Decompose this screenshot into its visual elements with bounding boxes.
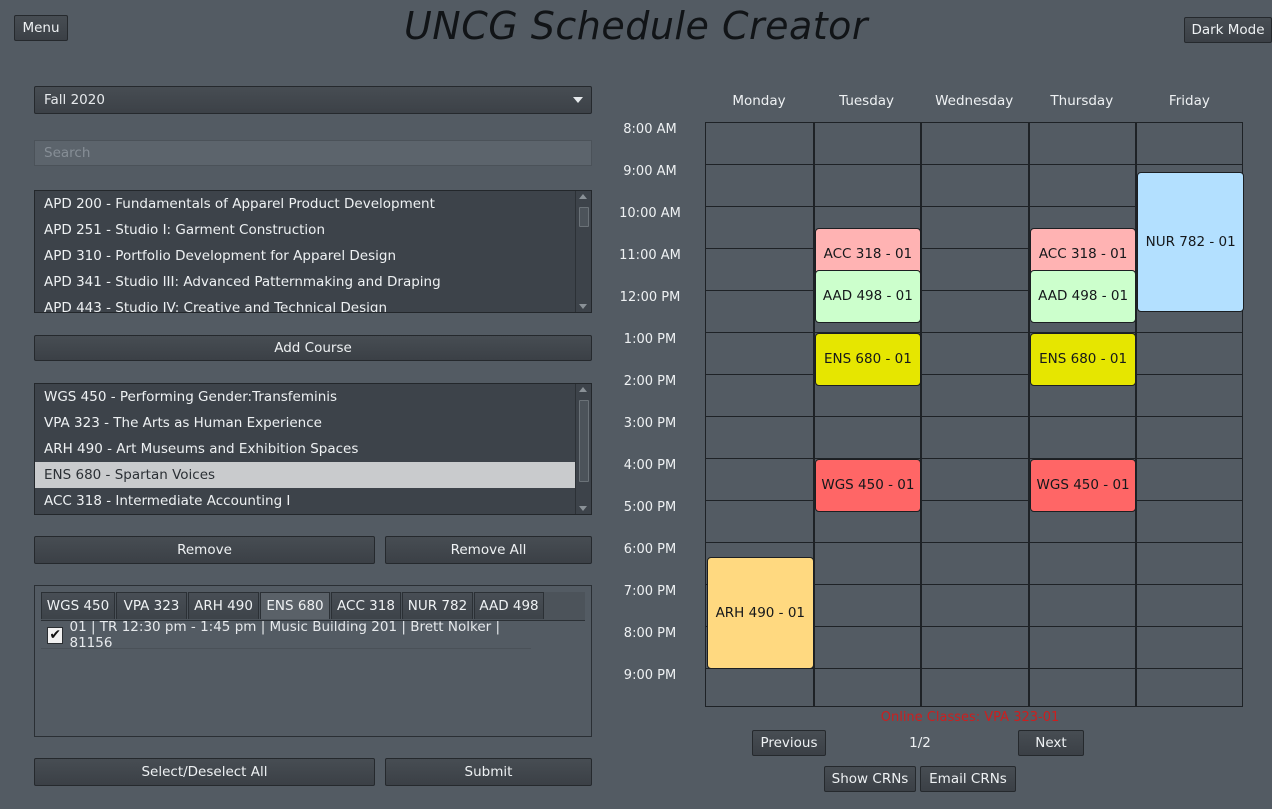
tab-arh-490[interactable]: ARH 490 (188, 592, 259, 619)
add-course-button[interactable]: Add Course (34, 335, 592, 361)
course-list-item[interactable]: APD 310 - Portfolio Development for Appa… (35, 243, 575, 269)
course-list-item[interactable]: APD 443 - Studio IV: Creative and Techni… (35, 295, 575, 312)
scroll-up-icon[interactable] (579, 194, 587, 199)
grid-column-divider (1027, 123, 1030, 706)
time-label: 8:00 PM (623, 626, 677, 641)
tab-nur-782[interactable]: NUR 782 (402, 592, 473, 619)
scrollbar-thumb[interactable] (579, 400, 589, 482)
submit-button[interactable]: Submit (385, 758, 592, 786)
course-block[interactable]: ENS 680 - 01 (1029, 333, 1137, 386)
section-checkbox[interactable]: ✔ (47, 626, 64, 644)
remove-all-button[interactable]: Remove All (385, 536, 592, 564)
day-header-tuesday: Tuesday (839, 93, 895, 109)
time-label: 2:00 PM (623, 374, 677, 389)
sections-panel: WGS 450 VPA 323 ARH 490 ENS 680 ACC 318 NUR 7… (34, 585, 592, 737)
tab-aad-498[interactable]: AAD 498 (474, 592, 544, 619)
tab-acc-318[interactable]: ACC 318 (331, 592, 401, 619)
tab-ens-680[interactable]: ENS 680 (260, 592, 330, 619)
selected-course-item[interactable]: ARH 490 - Art Museums and Exhibition Spa… (35, 436, 575, 462)
grid-row-divider (706, 374, 1242, 375)
course-block[interactable]: ARH 490 - 01 (707, 557, 814, 669)
section-row[interactable]: ✔ 01 | TR 12:30 pm - 1:45 pm | Music Buil… (41, 619, 531, 651)
time-label: 4:00 PM (623, 458, 677, 473)
day-header-friday: Friday (1168, 93, 1210, 109)
time-label: 1:00 PM (623, 332, 677, 347)
day-header-thursday: Thursday (1050, 93, 1114, 109)
semester-select-value: Fall 2020 (44, 92, 105, 108)
selected-course-item[interactable]: ACC 318 - Intermediate Accounting I (35, 488, 575, 514)
grid-row-divider (706, 416, 1242, 417)
course-list-item[interactable]: APD 251 - Studio I: Garment Construction (35, 217, 575, 243)
grid-row-divider (706, 164, 1242, 165)
scrollbar-thumb[interactable] (579, 207, 589, 227)
time-label: 7:00 PM (623, 584, 677, 599)
course-list-item[interactable]: APD 200 - Fundamentals of Apparel Produc… (35, 191, 575, 217)
grid-row-divider (706, 500, 1242, 501)
time-label: 5:00 PM (623, 500, 677, 515)
select-deselect-all-button[interactable]: Select/Deselect All (34, 758, 375, 786)
scroll-down-icon[interactable] (579, 304, 587, 309)
selected-course-item[interactable]: WGS 450 - Performing Gender:Transfeminis (35, 384, 575, 410)
page-indicator: 1/2 (909, 735, 931, 751)
remove-button[interactable]: Remove (34, 536, 375, 564)
course-block[interactable]: AAD 498 - 01 (814, 270, 922, 323)
schedule-grid: ACC 318 - 01 ACC 318 - 01 AAD 498 - 01 AAD … (705, 122, 1244, 707)
app-title: UNCG Schedule Creator (403, 4, 869, 48)
selected-list-scrollbar[interactable] (575, 384, 591, 514)
course-list-scrollbar[interactable] (575, 191, 591, 312)
tab-wgs-450[interactable]: WGS 450 (41, 592, 115, 619)
grid-row-divider (706, 332, 1242, 333)
scroll-up-icon[interactable] (579, 387, 587, 392)
course-block[interactable]: WGS 450 - 01 (814, 459, 922, 512)
selected-courses-list[interactable]: WGS 450 - Performing Gender:Transfeminis… (34, 383, 592, 515)
time-label: 6:00 PM (623, 542, 677, 557)
next-button[interactable]: Next (1018, 730, 1084, 756)
search-input[interactable]: Search (34, 140, 592, 166)
course-block[interactable]: WGS 450 - 01 (1029, 459, 1137, 512)
grid-row-divider (706, 542, 1242, 543)
time-label: 11:00 AM (619, 248, 681, 263)
section-text: 01 | TR 12:30 pm - 1:45 pm | Music Build… (69, 619, 501, 651)
time-label: 10:00 AM (619, 206, 681, 221)
course-block[interactable]: AAD 498 - 01 (1029, 270, 1137, 323)
day-header-monday: Monday (732, 93, 786, 109)
time-label: 3:00 PM (623, 416, 677, 431)
time-label: 9:00 AM (623, 164, 677, 179)
chevron-down-icon (573, 97, 583, 103)
semester-select[interactable]: Fall 2020 (34, 86, 592, 114)
grid-row-divider (706, 458, 1242, 459)
time-label: 8:00 AM (623, 122, 677, 137)
tab-vpa-323[interactable]: VPA 323 (116, 592, 187, 619)
day-header-wednesday: Wednesday (935, 93, 1014, 109)
selected-course-item[interactable]: ENS 680 - Spartan Voices (35, 462, 575, 488)
section-tabs: WGS 450 VPA 323 ARH 490 ENS 680 ACC 318 NUR 7… (41, 592, 585, 621)
online-classes-label: Online Classes: VPA 323-01 (880, 710, 1060, 725)
course-block[interactable]: ENS 680 - 01 (814, 333, 922, 386)
dark-mode-button[interactable]: Dark Mode (1184, 17, 1272, 43)
scroll-down-icon[interactable] (579, 506, 587, 511)
selected-course-item[interactable]: VPA 323 - The Arts as Human Experience (35, 410, 575, 436)
grid-column-divider (920, 123, 923, 706)
time-label: 12:00 PM (619, 290, 681, 305)
previous-button[interactable]: Previous (752, 730, 826, 756)
time-label: 9:00 PM (623, 668, 677, 683)
course-list-item[interactable]: APD 341 - Studio III: Advanced Patternma… (35, 269, 575, 295)
email-crns-button[interactable]: Email CRNs (920, 766, 1016, 792)
course-block[interactable]: NUR 782 - 01 (1137, 172, 1244, 312)
course-list[interactable]: APD 200 - Fundamentals of Apparel Produc… (34, 190, 592, 313)
show-crns-button[interactable]: Show CRNs (824, 766, 916, 792)
